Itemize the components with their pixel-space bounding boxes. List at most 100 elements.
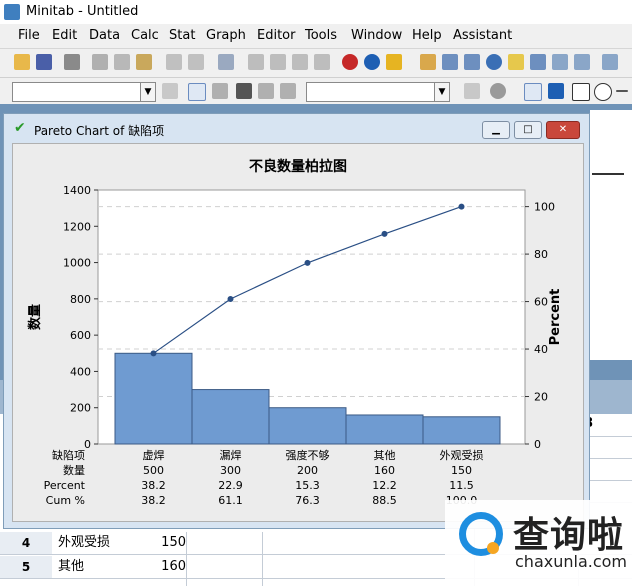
menu-file[interactable]: File <box>18 28 40 43</box>
menu-window[interactable]: Window <box>351 28 402 43</box>
table-cell: 11.5 <box>449 479 474 492</box>
crosshair-icon[interactable] <box>236 83 252 99</box>
chevron-down-icon[interactable]: ▼ <box>140 83 155 101</box>
table-cell: 160 <box>374 464 395 477</box>
select-pointer-icon[interactable] <box>188 83 206 101</box>
y2-tick-label: 40 <box>534 343 548 356</box>
cumulative-point <box>381 230 388 237</box>
report-pad-icon[interactable] <box>552 54 568 70</box>
flag-icon[interactable] <box>258 83 274 99</box>
y2-tick-label: 0 <box>534 438 541 451</box>
menu-bar: File Edit Data Calc Stat Graph Editor To… <box>0 24 632 49</box>
find-icon[interactable] <box>292 54 308 70</box>
minitab-app-icon <box>4 4 20 20</box>
grid-line <box>262 532 263 586</box>
graph-item-selector[interactable]: ▼ <box>12 82 156 102</box>
table-cell: 虚焊 <box>143 448 165 462</box>
history-icon[interactable] <box>508 54 524 70</box>
maximize-button[interactable]: □ <box>514 121 542 139</box>
related-documents-icon[interactable] <box>574 54 590 70</box>
menu-assistant[interactable]: Assistant <box>453 28 512 43</box>
watermark-url: chaxunla.com <box>515 552 627 571</box>
y-tick-label: 800 <box>70 293 91 306</box>
open-icon[interactable] <box>14 54 30 70</box>
menu-calc[interactable]: Calc <box>131 28 159 43</box>
bar <box>114 352 193 445</box>
session-window[interactable] <box>590 110 632 360</box>
y2-tick-label: 100 <box>534 201 555 214</box>
menu-stat[interactable]: Stat <box>169 28 195 43</box>
y2-tick-label: 60 <box>534 296 548 309</box>
annotation-selector[interactable]: ▼ <box>306 82 450 102</box>
zoom-icon[interactable] <box>490 83 506 99</box>
paste-icon[interactable] <box>136 54 152 70</box>
table-cell: 76.3 <box>295 494 320 507</box>
line-tool-icon[interactable] <box>616 90 628 92</box>
cell-count[interactable]: 150 <box>130 532 186 554</box>
logo-dot-icon <box>487 542 499 554</box>
table-cell: 12.2 <box>372 479 397 492</box>
y-tick-label: 1400 <box>63 184 91 197</box>
menu-editor[interactable]: Editor <box>257 28 295 43</box>
table-cell: 15.3 <box>295 479 320 492</box>
y-axis-label: 数量 <box>27 304 43 330</box>
cut-icon[interactable] <box>92 54 108 70</box>
chart-area[interactable]: 不良数量柏拉图 数量 Percent 0 200 400 600 800 1000 1200… <box>12 143 584 522</box>
menu-data[interactable]: Data <box>89 28 120 43</box>
title-bar: Minitab - Untitled <box>0 0 632 24</box>
annotation-pointer-icon[interactable] <box>524 83 542 101</box>
assistant-icon[interactable] <box>386 54 402 70</box>
cell-defect-name[interactable]: 外观受损 <box>58 532 110 554</box>
show-session-icon[interactable] <box>442 54 458 70</box>
new-worksheet-icon[interactable] <box>602 54 618 70</box>
table-cell: 漏焊 <box>220 448 242 462</box>
bar <box>268 407 347 445</box>
menu-graph[interactable]: Graph <box>206 28 246 43</box>
table-cell: 150 <box>451 464 472 477</box>
menu-help[interactable]: Help <box>412 28 442 43</box>
menu-tools[interactable]: Tools <box>305 28 337 43</box>
row-number[interactable]: 4 <box>0 532 52 554</box>
cell-defect-name[interactable]: 其他 <box>58 556 84 578</box>
delete-icon[interactable] <box>464 83 480 99</box>
pareto-chart-window[interactable]: ✔ Pareto Chart of 缺陷项 ▁ □ ✕ 不良数量柏拉图 数量 P… <box>3 113 590 529</box>
table-cell: 200 <box>297 464 318 477</box>
arrow-down-icon[interactable] <box>270 54 286 70</box>
ellipse-tool-icon[interactable] <box>594 83 612 101</box>
table-row-label: Percent <box>44 479 86 492</box>
standard-toolbar <box>0 49 632 78</box>
row-number[interactable]: 5 <box>0 556 52 578</box>
cumulative-point <box>458 203 465 210</box>
arrow-up-icon[interactable] <box>248 54 264 70</box>
undo-icon[interactable] <box>166 54 182 70</box>
edit-last-dialog-icon[interactable] <box>218 54 234 70</box>
find-replace-icon[interactable] <box>314 54 330 70</box>
help-icon[interactable] <box>364 54 380 70</box>
y-tick-label: 200 <box>70 402 91 415</box>
brush-icon[interactable] <box>212 83 228 99</box>
rectangle-tool-icon[interactable] <box>572 83 590 101</box>
copy-icon[interactable] <box>114 54 130 70</box>
chevron-down-icon[interactable]: ▼ <box>434 83 449 101</box>
chart-window-title: Pareto Chart of 缺陷项 <box>34 124 165 138</box>
swap-icon[interactable] <box>280 83 296 99</box>
print-icon[interactable] <box>64 54 80 70</box>
show-graphs-icon[interactable] <box>530 54 546 70</box>
graph-brush-icon[interactable] <box>162 83 178 99</box>
table-cell: 300 <box>220 464 241 477</box>
info-icon[interactable] <box>486 54 502 70</box>
project-manager-icon[interactable] <box>420 54 436 70</box>
text-tool-icon[interactable] <box>548 83 564 99</box>
redo-icon[interactable] <box>188 54 204 70</box>
menu-edit[interactable]: Edit <box>52 28 77 43</box>
minimize-button[interactable]: ▁ <box>482 121 510 139</box>
close-button[interactable]: ✕ <box>546 121 580 139</box>
y2-tick-label: 20 <box>534 391 548 404</box>
site-watermark: 查询啦 chaxunla.com <box>445 500 632 586</box>
cancel-icon[interactable] <box>342 54 358 70</box>
cell-count[interactable]: 160 <box>130 556 186 578</box>
save-icon[interactable] <box>36 54 52 70</box>
y-tick-label: 1200 <box>63 220 91 233</box>
show-worksheets-icon[interactable] <box>464 54 480 70</box>
cumulative-point <box>150 350 157 357</box>
